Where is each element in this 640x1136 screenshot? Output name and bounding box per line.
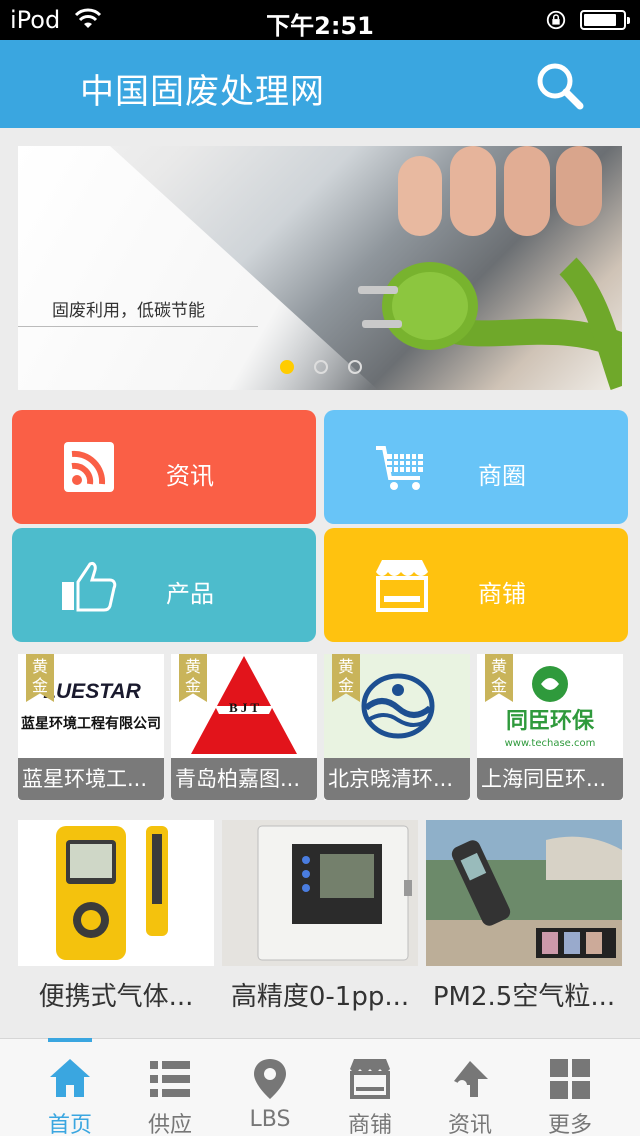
tile-products[interactable]: 产品 [12,528,316,642]
storefront-icon [350,1059,390,1099]
app-header: 中国固废处理网 [0,40,640,128]
product-name: PM2.5空气粒... [432,982,616,1012]
location-pin-icon [254,1059,286,1099]
product-name: 便携式气体... [38,982,194,1012]
tab-label: 商铺 [347,1113,392,1136]
partner-card[interactable]: B J T 黄金 青岛柏嘉图... [171,654,317,800]
tile-label: 商圈 [478,462,526,490]
thumbs-up-icon [62,562,117,612]
list-icon [150,1061,190,1097]
banner-caption: 固废利用，低碳节能 [52,301,205,321]
search-icon[interactable] [534,60,586,112]
product-name: 高精度0-1pp... [230,982,410,1012]
partner-name: 上海同臣环... [477,758,623,800]
tile-news[interactable]: 资讯 [12,410,316,524]
banner-divider [18,326,258,327]
product-card[interactable]: 便携式气体... [18,820,214,1030]
product-card[interactable]: 高精度0-1pp... [222,820,418,1030]
storefront-icon [376,560,428,612]
tab-label: 首页 [47,1113,92,1136]
home-icon [50,1059,90,1097]
svg-text:LUESTAR: LUESTAR [43,680,141,703]
app-title: 中国固废处理网 [80,72,325,112]
tab-label: 更多 [547,1113,592,1136]
tab-label: 供应 [147,1113,192,1136]
green-plug-image [358,146,622,390]
svg-text:蓝星环境工程有限公司: 蓝星环境工程有限公司 [21,715,161,732]
carousel-dot[interactable] [280,360,294,374]
tab-more[interactable]: 更多 [520,1039,620,1136]
partner-name: 蓝星环境工... [18,758,164,800]
tile-shops[interactable]: 商铺 [324,528,628,642]
partner-name: 北京晓清环... [324,758,470,800]
banner-carousel[interactable]: 固废利用，低碳节能 [18,146,622,390]
partner-name: 青岛柏嘉图... [171,758,317,800]
shopping-cart-icon [376,446,423,490]
tab-news[interactable]: 资讯 [420,1039,520,1136]
svg-text:www.techase.com: www.techase.com [505,738,596,749]
tab-supply[interactable]: 供应 [120,1039,220,1136]
bottom-tab-bar: 首页 供应 LBS 商铺 资讯 更多 [0,1038,640,1136]
svg-text:B J T: B J T [229,700,259,715]
tile-label: 资讯 [166,462,214,490]
carousel-dot[interactable] [314,360,328,374]
partner-card[interactable]: 同臣环保 www.techase.com 黄金 上海同臣环... [477,654,623,800]
analyzer-cabinet-image [222,820,418,966]
svg-text:同臣环保: 同臣环保 [506,709,595,734]
tab-home[interactable]: 首页 [20,1038,120,1136]
rss-icon [64,442,114,492]
partner-card[interactable]: 黄金 北京晓清环... [324,654,470,800]
news-icon [454,1061,488,1097]
tile-label: 产品 [166,580,214,608]
tab-label: LBS [249,1107,291,1132]
carousel-dot[interactable] [348,360,362,374]
grid-icon [550,1059,590,1099]
pm25-meter-image [426,820,622,966]
tab-label: 资讯 [447,1113,492,1136]
carousel-indicators [280,360,362,374]
status-bar: iPod 下午2:51 [0,0,640,40]
partner-card[interactable]: LUESTAR 蓝星环境工程有限公司 黄金 蓝星环境工... [18,654,164,800]
tile-label: 商铺 [478,580,526,608]
tab-lbs[interactable]: LBS [220,1039,320,1136]
tile-business-circle[interactable]: 商圈 [324,410,628,524]
gas-detector-image [18,820,214,966]
product-card[interactable]: PM2.5空气粒... [426,820,622,1030]
tab-shops[interactable]: 商铺 [320,1039,420,1136]
battery-icon [580,10,630,30]
rotation-lock-icon [546,10,566,30]
